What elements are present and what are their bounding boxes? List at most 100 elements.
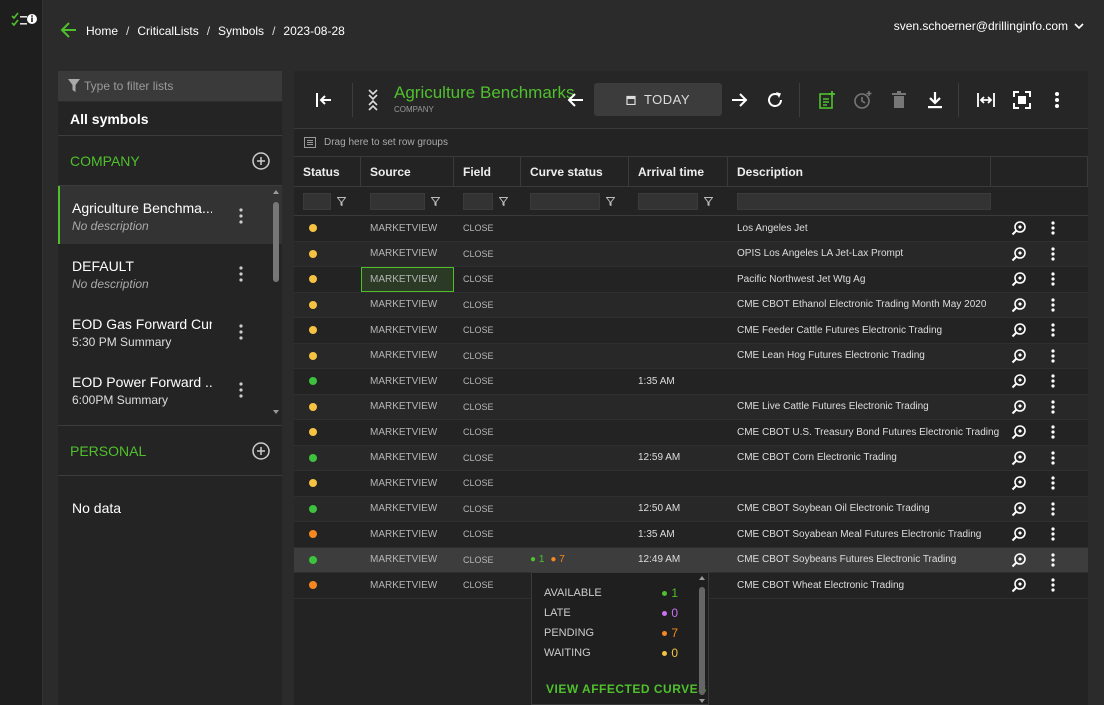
curve-status-cell[interactable]: ● 1 ● 7 [521, 548, 629, 573]
more-vertical-icon[interactable] [1051, 476, 1055, 490]
field-cell[interactable]: CLOSE [454, 573, 521, 598]
arrival-time-cell[interactable]: 12:59 AM [629, 446, 728, 471]
more-vertical-icon[interactable] [1051, 553, 1055, 567]
arrival-time-cell[interactable] [629, 395, 728, 420]
scroll-down-icon[interactable] [270, 408, 282, 416]
field-cell[interactable]: CLOSE [454, 344, 521, 369]
more-vertical-icon[interactable] [239, 382, 243, 398]
add-circle-icon[interactable] [252, 441, 270, 460]
table-row[interactable]: MARKETVIEW CLOSE CME Live Cattle Futures E… [294, 394, 1088, 420]
inspect-zoom-icon[interactable] [1011, 475, 1027, 491]
column-header-field[interactable]: Field [454, 157, 521, 186]
description-cell[interactable]: CME CBOT Soybean Oil Electronic Trading [728, 497, 991, 522]
more-vertical-icon[interactable] [1051, 349, 1055, 363]
field-cell[interactable]: CLOSE [454, 293, 521, 318]
scroll-up-icon[interactable] [698, 575, 706, 581]
inspect-zoom-icon[interactable] [1011, 399, 1027, 415]
description-cell[interactable]: CME Live Cattle Futures Electronic Tradi… [728, 395, 991, 420]
inspect-zoom-icon[interactable] [1011, 526, 1027, 542]
popup-scrollbar[interactable] [698, 575, 706, 704]
description-cell[interactable]: Los Angeles Jet [728, 216, 991, 241]
source-cell[interactable]: MARKETVIEW [361, 497, 454, 522]
more-vertical-icon[interactable] [1051, 298, 1055, 312]
description-cell[interactable]: CME CBOT U.S. Treasury Bond Futures Elec… [728, 420, 999, 445]
field-cell[interactable]: CLOSE [454, 318, 521, 343]
description-cell[interactable] [728, 471, 991, 496]
inspect-zoom-icon[interactable] [1011, 297, 1027, 313]
curve-status-cell[interactable] [521, 267, 629, 292]
filter-icon[interactable] [704, 196, 713, 206]
description-cell[interactable]: CME CBOT Soybeans Futures Electronic Tra… [728, 548, 991, 573]
description-cell[interactable]: CME CBOT Ethanol Electronic Trading Mont… [728, 293, 991, 318]
today-button[interactable]: TODAY [594, 83, 722, 116]
curve-status-filter-input[interactable] [530, 192, 600, 210]
description-cell[interactable] [728, 369, 991, 394]
source-cell[interactable]: MARKETVIEW [361, 242, 454, 267]
description-cell[interactable]: CME CBOT Soyabean Meal Futures Electroni… [728, 522, 991, 547]
scroll-down-icon[interactable] [698, 698, 706, 704]
row-group-dropzone[interactable]: Drag here to set row groups [294, 129, 1088, 157]
source-cell[interactable]: MARKETVIEW [361, 420, 454, 445]
table-row[interactable]: MARKETVIEW CLOSE Pacific Northwest Jet Wtg… [294, 267, 1088, 293]
description-cell[interactable]: CME CBOT Wheat Electronic Trading [728, 573, 991, 598]
inspect-zoom-icon[interactable] [1011, 220, 1027, 236]
field-cell[interactable]: CLOSE [454, 548, 521, 573]
field-cell[interactable]: CLOSE [454, 242, 521, 267]
add-symbol-icon[interactable] [817, 90, 837, 110]
breadcrumb-symbols[interactable]: Symbols [218, 24, 264, 38]
field-cell[interactable]: CLOSE [454, 497, 521, 522]
more-vertical-icon[interactable] [1051, 323, 1055, 337]
curve-status-cell[interactable] [521, 446, 629, 471]
table-row[interactable]: MARKETVIEW CLOSE 12:59 AM CME CBOT Corn Ele… [294, 445, 1088, 471]
table-row[interactable]: MARKETVIEW CLOSE [294, 471, 1088, 497]
filter-icon[interactable] [606, 196, 615, 206]
table-row[interactable]: MARKETVIEW CLOSE ● 1 ● 7 12:49 AM CME CBOT So… [294, 547, 1088, 573]
arrival-time-cell[interactable] [629, 267, 728, 292]
more-vertical-icon[interactable] [1051, 400, 1055, 414]
download-icon[interactable] [925, 90, 945, 110]
curve-status-cell[interactable] [521, 344, 629, 369]
field-cell[interactable]: CLOSE [454, 369, 521, 394]
column-header-status[interactable]: Status [294, 157, 361, 186]
field-cell[interactable]: CLOSE [454, 420, 521, 445]
source-cell[interactable]: MARKETVIEW [361, 369, 454, 394]
more-vertical-icon[interactable] [1051, 578, 1055, 592]
inspect-zoom-icon[interactable] [1011, 348, 1027, 364]
curve-status-cell[interactable] [521, 216, 629, 241]
arrival-time-cell[interactable]: 12:50 AM [629, 497, 728, 522]
table-row[interactable]: MARKETVIEW CLOSE CME Lean Hog Futures Elec… [294, 343, 1088, 369]
description-cell[interactable]: Pacific Northwest Jet Wtg Ag [728, 267, 991, 292]
expand-collapse-icon[interactable] [366, 87, 380, 113]
column-header-source[interactable]: Source [361, 157, 454, 186]
column-header-description[interactable]: Description [728, 157, 991, 186]
breadcrumb-criticallists[interactable]: CriticalLists [137, 24, 198, 38]
description-cell[interactable]: OPIS Los Angeles LA Jet-Lax Prompt [728, 242, 991, 267]
table-row[interactable]: MARKETVIEW CLOSE Los Angeles Jet [294, 216, 1088, 242]
table-row[interactable]: MARKETVIEW CLOSE 1:35 AM [294, 369, 1088, 395]
filter-icon[interactable] [431, 196, 440, 206]
table-row[interactable]: MARKETVIEW CLOSE OPIS Los Angeles LA Jet-L… [294, 241, 1088, 267]
more-vertical-icon[interactable] [239, 266, 243, 282]
source-cell[interactable]: MARKETVIEW [361, 318, 454, 343]
description-filter-input[interactable] [737, 192, 991, 210]
inspect-zoom-icon[interactable] [1011, 424, 1027, 440]
list-item[interactable]: Agriculture Benchma... No description [58, 186, 282, 244]
description-cell[interactable]: CME CBOT Corn Electronic Trading [728, 446, 991, 471]
arrival-time-cell[interactable] [629, 293, 728, 318]
field-cell[interactable]: CLOSE [454, 522, 521, 547]
column-header-arrival-time[interactable]: Arrival time [629, 157, 728, 186]
source-cell[interactable]: MARKETVIEW [361, 344, 454, 369]
inspect-zoom-icon[interactable] [1011, 450, 1027, 466]
list-scrollbar[interactable] [270, 186, 282, 425]
scroll-thumb[interactable] [273, 202, 279, 282]
arrival-time-cell[interactable] [629, 318, 728, 343]
source-filter-input[interactable] [370, 192, 425, 210]
breadcrumb-home[interactable]: Home [86, 24, 118, 38]
more-vertical-icon[interactable] [1051, 374, 1055, 388]
inspect-zoom-icon[interactable] [1011, 322, 1027, 338]
scroll-up-icon[interactable] [270, 188, 282, 196]
table-row[interactable]: MARKETVIEW CLOSE 1:35 AM CME CBOT Soyabean … [294, 522, 1088, 548]
description-cell[interactable]: CME Lean Hog Futures Electronic Trading [728, 344, 991, 369]
user-menu[interactable]: sven.schoerner@drillinginfo.com [894, 19, 1084, 33]
more-vertical-icon[interactable] [1051, 272, 1055, 286]
